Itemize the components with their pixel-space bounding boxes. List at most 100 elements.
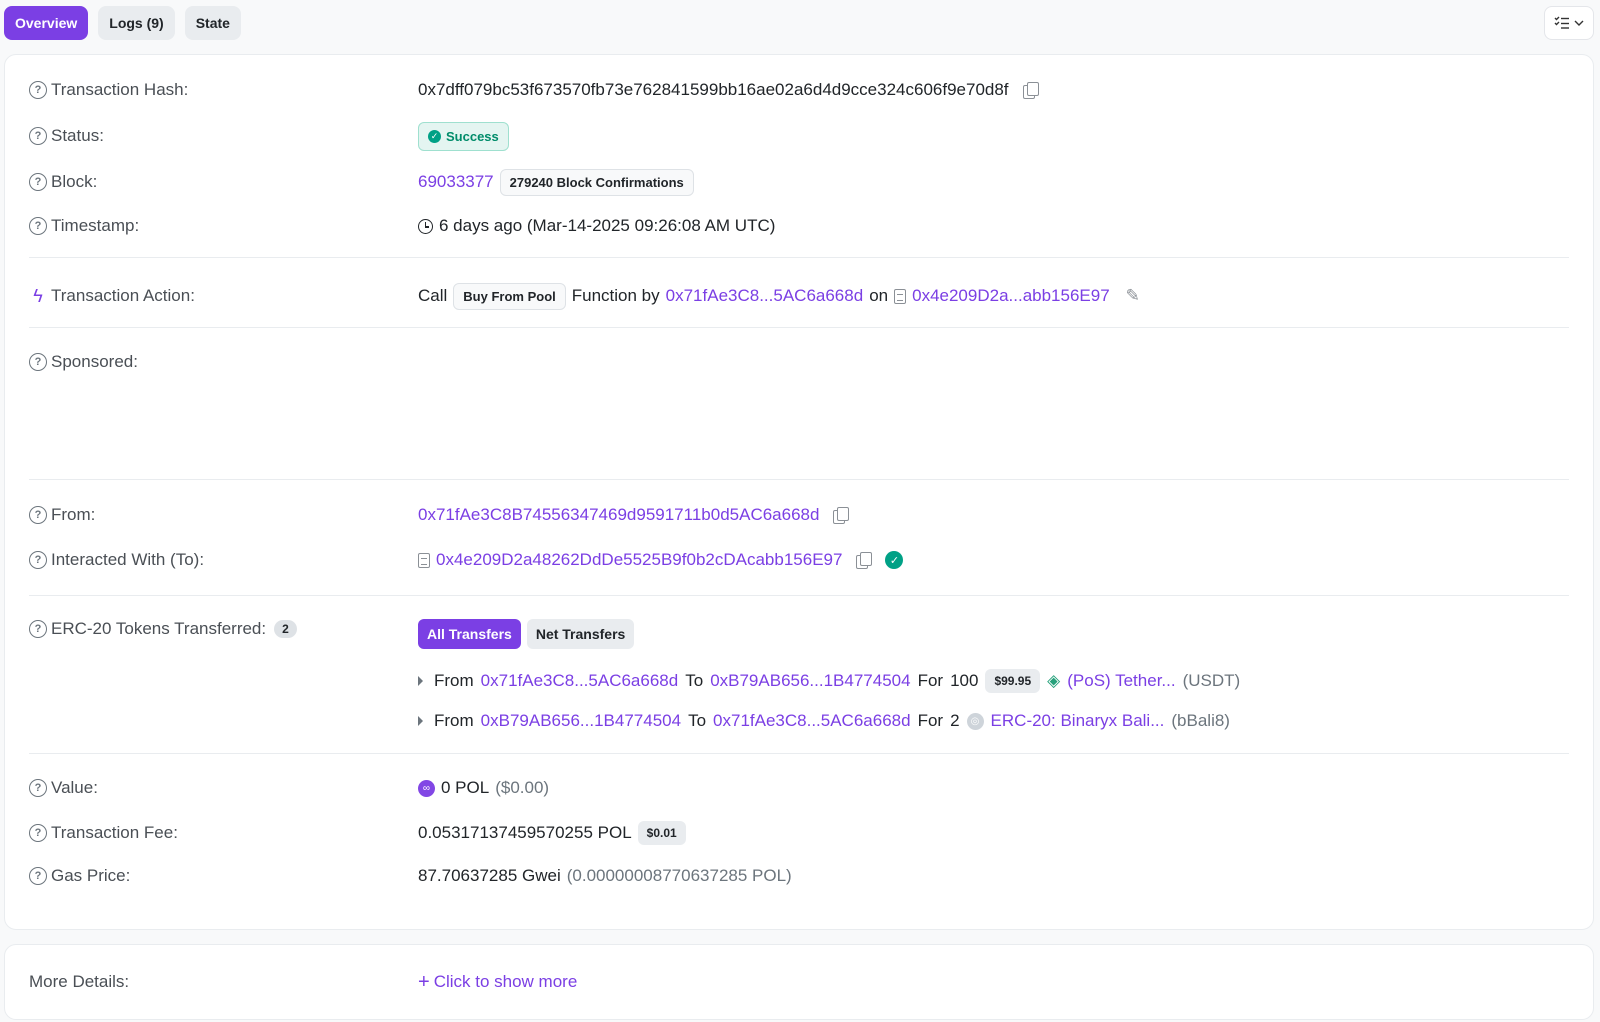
overview-card: ? Transaction Hash: 0x7dff079bc53f673570f… bbox=[4, 54, 1594, 930]
plus-icon: + bbox=[418, 970, 430, 993]
chevron-down-icon bbox=[1574, 20, 1584, 26]
clock-icon bbox=[418, 218, 433, 234]
erc20-count-badge: 2 bbox=[274, 620, 297, 638]
expand-caret-icon[interactable] bbox=[418, 676, 423, 686]
help-icon[interactable]: ? bbox=[29, 620, 47, 638]
help-icon[interactable]: ? bbox=[29, 824, 47, 842]
to-row: ? Interacted With (To): 0x4e209D2a48262Dd… bbox=[29, 549, 1569, 571]
transfer-row: From 0xB79AB656...1B4774504 To 0x71fAe3C… bbox=[29, 709, 1569, 733]
fee-label: Transaction Fee: bbox=[51, 823, 178, 842]
tx-hash-label: Transaction Hash: bbox=[51, 80, 189, 99]
token-name-link[interactable]: ERC-20: Binaryx Bali... bbox=[991, 711, 1165, 731]
help-icon[interactable]: ? bbox=[29, 217, 47, 235]
block-number-link[interactable]: 69033377 bbox=[418, 172, 494, 192]
show-more-text: Click to show more bbox=[433, 972, 578, 991]
status-badge: ✓ Success bbox=[418, 121, 509, 151]
transfer-row: From 0x71fAe3C8...5AC6a668d To 0xB79AB65… bbox=[29, 669, 1569, 693]
status-value: Success bbox=[446, 128, 499, 144]
expand-caret-icon[interactable] bbox=[418, 716, 423, 726]
block-label: Block: bbox=[51, 172, 98, 191]
erc20-label: ERC-20 Tokens Transferred: bbox=[51, 619, 267, 638]
transfer-to-keyword: To bbox=[688, 711, 707, 730]
tab-logs[interactable]: Logs (9) bbox=[98, 6, 175, 40]
help-icon[interactable]: ? bbox=[29, 173, 47, 191]
fee-amount: 0.05317137459570255 POL bbox=[418, 823, 632, 842]
value-label: Value: bbox=[51, 778, 98, 797]
fee-row: ? Transaction Fee: 0.05317137459570255 PO… bbox=[29, 819, 1569, 847]
usdt-token-icon: ◈ bbox=[1047, 671, 1061, 690]
all-transfers-button[interactable]: All Transfers bbox=[418, 619, 521, 649]
action-caller-link[interactable]: 0x71fAe3C8...5AC6a668d bbox=[666, 286, 864, 306]
sponsored-label: Sponsored: bbox=[51, 352, 138, 371]
transfer-amount: 2 bbox=[950, 711, 960, 730]
tx-hash-row: ? Transaction Hash: 0x7dff079bc53f673570f… bbox=[29, 79, 1569, 101]
from-address-link[interactable]: 0x71fAe3C8B74556347469d9591711b0d5AC6a66… bbox=[418, 505, 819, 525]
copy-icon[interactable] bbox=[856, 552, 873, 569]
gas-pol: (0.00000008770637285 POL) bbox=[566, 866, 792, 885]
transfer-from-link[interactable]: 0x71fAe3C8...5AC6a668d bbox=[481, 671, 679, 691]
help-icon[interactable]: ? bbox=[29, 779, 47, 797]
help-icon[interactable]: ? bbox=[29, 353, 47, 371]
transfer-from-keyword: From bbox=[434, 671, 474, 690]
erc20-row: ? ERC-20 Tokens Transferred: 2 All Transfe… bbox=[29, 619, 1569, 649]
net-transfers-button[interactable]: Net Transfers bbox=[526, 619, 635, 649]
lightning-icon: ϟ bbox=[33, 285, 43, 306]
transfer-for-keyword: For bbox=[917, 711, 944, 730]
token-name-link[interactable]: (PoS) Tether... bbox=[1067, 671, 1175, 691]
timestamp-row: ? Timestamp: 6 days ago (Mar-14-2025 09:2… bbox=[29, 215, 1569, 237]
action-call-text: Call bbox=[418, 286, 448, 305]
action-function-by-text: Function by bbox=[571, 286, 660, 305]
copy-icon[interactable] bbox=[1022, 82, 1039, 99]
view-options-button[interactable] bbox=[1544, 6, 1594, 40]
action-on-text: on bbox=[869, 286, 889, 305]
to-address-link[interactable]: 0x4e209D2a48262DdDe5525B9f0b2cDAcabb156E… bbox=[436, 550, 842, 570]
tx-action-label: Transaction Action: bbox=[51, 286, 195, 305]
contract-file-icon bbox=[894, 288, 907, 304]
gas-row: ? Gas Price: 87.70637285 Gwei (0.00000008… bbox=[29, 865, 1569, 887]
to-label: Interacted With (To): bbox=[51, 550, 205, 569]
token-symbol: (bBali8) bbox=[1171, 711, 1230, 730]
divider bbox=[29, 479, 1569, 480]
transfer-to-link[interactable]: 0x71fAe3C8...5AC6a668d bbox=[713, 711, 911, 731]
divider bbox=[29, 753, 1569, 754]
tx-action-row: ϟ Transaction Action: Call Buy From Pool … bbox=[29, 281, 1569, 311]
block-row: ? Block: 69033377 279240 Block Confirmati… bbox=[29, 167, 1569, 197]
show-more-link[interactable]: + Click to show more bbox=[418, 971, 577, 994]
bbali-token-icon: ◎ bbox=[966, 712, 984, 730]
more-details-label: More Details: bbox=[29, 972, 130, 991]
timestamp-value: 6 days ago (Mar-14-2025 09:26:08 AM UTC) bbox=[439, 216, 776, 235]
block-confirmations-badge: 279240 Block Confirmations bbox=[499, 168, 694, 196]
contract-file-icon bbox=[418, 552, 430, 568]
transfer-from-link[interactable]: 0xB79AB656...1B4774504 bbox=[481, 711, 681, 731]
transfer-to-link[interactable]: 0xB79AB656...1B4774504 bbox=[710, 671, 910, 691]
gas-amount: 87.70637285 Gwei bbox=[418, 866, 561, 885]
help-icon[interactable]: ? bbox=[29, 506, 47, 524]
pol-token-icon: ∞ bbox=[418, 779, 435, 797]
pencil-icon[interactable]: ✎ bbox=[1126, 286, 1140, 306]
tab-state[interactable]: State bbox=[184, 6, 241, 40]
token-symbol: (USDT) bbox=[1182, 671, 1241, 690]
transfer-amount: 100 bbox=[950, 671, 979, 690]
value-usd: ($0.00) bbox=[495, 778, 550, 797]
help-icon[interactable]: ? bbox=[29, 551, 47, 569]
sponsored-row: ? Sponsored: bbox=[29, 351, 1569, 373]
function-name-badge: Buy From Pool bbox=[453, 282, 566, 310]
tx-hash-value: 0x7dff079bc53f673570fb73e762841599bb16ae… bbox=[418, 80, 1009, 99]
divider bbox=[29, 327, 1569, 328]
fee-usd-badge: $0.01 bbox=[637, 821, 686, 845]
more-details-card: More Details: + Click to show more bbox=[4, 944, 1594, 1020]
action-contract-link[interactable]: 0x4e209D2a...abb156E97 bbox=[912, 286, 1110, 306]
help-icon[interactable]: ? bbox=[29, 81, 47, 99]
transfer-for-keyword: For bbox=[917, 671, 944, 690]
transfer-from-keyword: From bbox=[434, 711, 474, 730]
from-row: ? From: 0x71fAe3C8B74556347469d9591711b0d… bbox=[29, 504, 1569, 526]
copy-icon[interactable] bbox=[833, 507, 850, 524]
timestamp-label: Timestamp: bbox=[51, 216, 140, 235]
check-circle-icon: ✓ bbox=[428, 129, 441, 143]
gas-label: Gas Price: bbox=[51, 866, 131, 885]
value-amount: 0 POL bbox=[441, 778, 490, 797]
help-icon[interactable]: ? bbox=[29, 867, 47, 885]
help-icon[interactable]: ? bbox=[29, 127, 47, 145]
status-row: ? Status: ✓ Success bbox=[29, 121, 1569, 151]
tab-overview[interactable]: Overview bbox=[4, 6, 89, 40]
